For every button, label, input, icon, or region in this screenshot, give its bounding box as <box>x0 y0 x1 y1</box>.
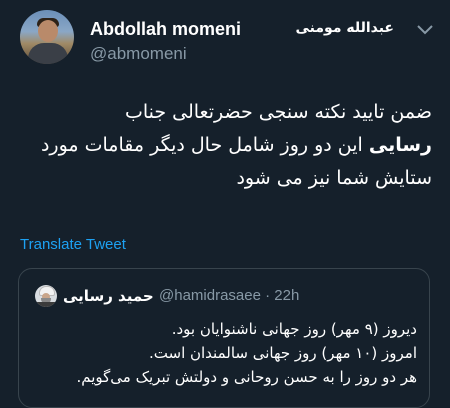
author-handle[interactable]: @abmomeni <box>90 44 187 64</box>
meta-separator: · <box>260 287 275 304</box>
author-display-name-fa: عبدالله مومنی <box>295 20 395 36</box>
quoted-author-handle: @hamidrasaee <box>159 287 261 304</box>
quoted-timestamp: 22h <box>274 287 300 304</box>
avatar-body <box>28 43 68 64</box>
chevron-down-icon[interactable] <box>416 24 434 36</box>
author-avatar[interactable] <box>20 10 74 64</box>
quoted-tweet[interactable]: حمید رسایی @hamidrasaee · 22h دیروز (۹ م… <box>18 268 430 408</box>
quoted-author-avatar <box>35 285 57 307</box>
quoted-author-meta: @hamidrasaee · 22h <box>159 287 299 304</box>
author-display-name[interactable]: Abdollah momeni <box>90 19 241 40</box>
quoted-author-name: حمید رسایی <box>63 287 154 305</box>
quoted-tweet-text: دیروز (۹ مهر) روز جهانی ناشنوایان بود. ا… <box>31 317 417 389</box>
tweet-header: Abdollah momeni عبدالله مومنی @abmomeni <box>20 10 436 70</box>
quoted-line: امروز (۱۰ مهر) روز جهانی سالمندان است. <box>149 344 417 362</box>
avatar-face <box>38 20 58 42</box>
quoted-line: دیروز (۹ مهر) روز جهانی ناشنوایان بود. <box>171 320 417 338</box>
avatar-robe <box>37 302 55 307</box>
mention-name: رسایی <box>368 134 432 156</box>
tweet-text: ضمن تایید نکته سنجی حضرتعالی جناب رسایی ا… <box>18 96 432 195</box>
tweet-text-part1: ضمن تایید نکته سنجی حضرتعالی جناب <box>124 101 432 123</box>
quoted-line: هر دو روز را به حسن روحانی و دولتش تبریک… <box>76 368 417 386</box>
translate-tweet-link[interactable]: Translate Tweet <box>20 236 126 253</box>
